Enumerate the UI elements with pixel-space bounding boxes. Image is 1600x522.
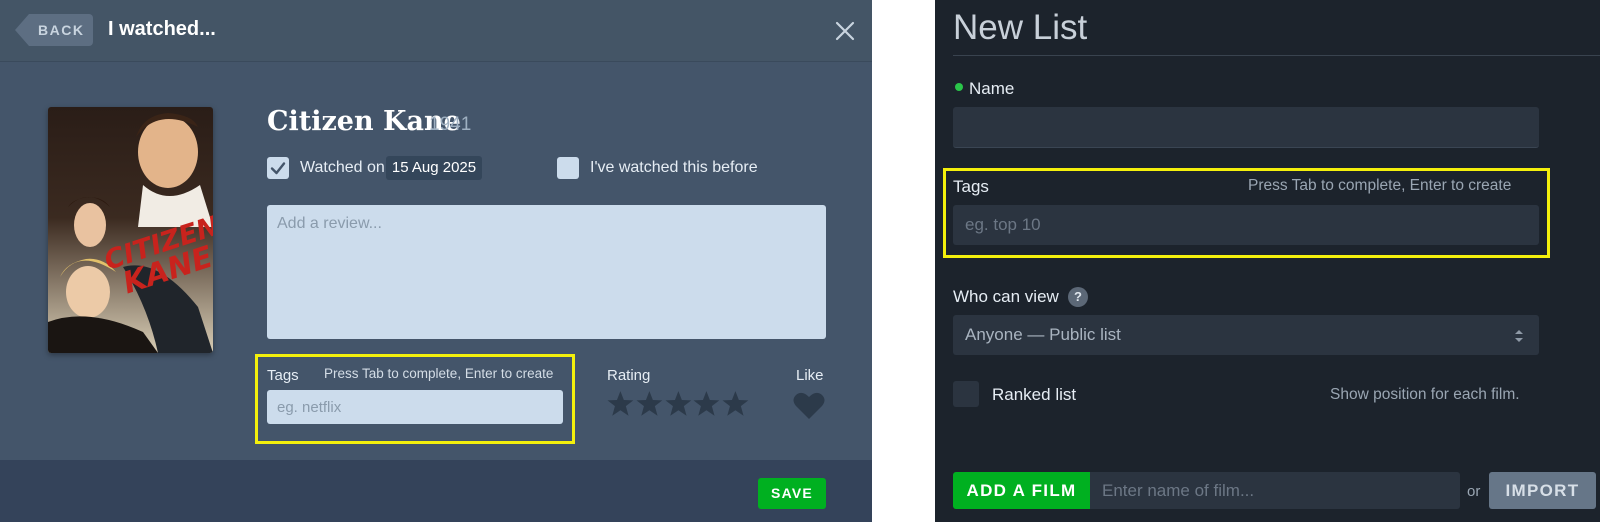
visibility-select[interactable]: Anyone — Public list: [953, 315, 1539, 355]
dialog-footer: [0, 460, 872, 522]
watched-before-label: I've watched this before: [590, 159, 758, 176]
heart-icon[interactable]: [792, 391, 826, 421]
tags-label: Tags: [953, 177, 989, 196]
star-icon[interactable]: [721, 389, 750, 419]
watched-before-checkbox[interactable]: [557, 157, 579, 179]
star-icon[interactable]: [664, 389, 693, 419]
poster-image: CITIZEN KANE: [48, 107, 213, 353]
new-list-panel: New List Name Tags Press Tab to complete…: [935, 0, 1600, 522]
film-search-input[interactable]: [1090, 472, 1460, 509]
page-title: New List: [953, 8, 1088, 47]
review-textarea[interactable]: [267, 205, 826, 339]
add-film-button[interactable]: ADD A FILM: [953, 472, 1090, 509]
back-button[interactable]: BACK: [15, 14, 93, 46]
tags-input[interactable]: [953, 205, 1539, 245]
name-label: Name: [969, 79, 1015, 98]
title-divider: [953, 55, 1600, 56]
star-icon[interactable]: [635, 389, 664, 419]
like-label: Like: [796, 367, 824, 384]
ranked-list-checkbox[interactable]: [953, 381, 979, 407]
log-film-dialog: BACK I watched... CITIZEN KANE Citizen K…: [0, 0, 872, 522]
dialog-title: I watched...: [108, 18, 216, 40]
select-arrows-icon: [1515, 330, 1523, 342]
or-separator: or: [1467, 483, 1481, 500]
film-year[interactable]: 1941: [429, 114, 471, 136]
rating-label: Rating: [607, 367, 651, 384]
help-icon[interactable]: ?: [1068, 287, 1088, 307]
tags-label: Tags: [267, 367, 299, 384]
watched-on-checkbox[interactable]: [267, 157, 289, 179]
who-can-view-label: Who can view: [953, 287, 1059, 306]
star-icon[interactable]: [692, 389, 721, 419]
film-poster: CITIZEN KANE: [48, 107, 213, 353]
ranked-list-hint: Show position for each film.: [1330, 386, 1520, 403]
required-dot-icon: [955, 83, 963, 91]
name-input[interactable]: [953, 107, 1539, 148]
watched-date[interactable]: 15 Aug 2025: [386, 156, 482, 180]
tags-hint: Press Tab to complete, Enter to create: [324, 366, 554, 381]
tags-hint: Press Tab to complete, Enter to create: [1248, 177, 1512, 194]
ranked-list-label: Ranked list: [992, 385, 1077, 404]
tags-input[interactable]: [267, 390, 563, 424]
star-icon[interactable]: [606, 389, 635, 419]
close-icon[interactable]: [834, 20, 856, 42]
import-button[interactable]: IMPORT: [1489, 472, 1596, 509]
watched-on-label: Watched on: [300, 159, 385, 176]
save-button[interactable]: SAVE: [758, 478, 826, 509]
star-rating[interactable]: [606, 389, 750, 419]
dialog-header: BACK I watched...: [0, 0, 872, 62]
checkmark-icon: [270, 162, 286, 175]
